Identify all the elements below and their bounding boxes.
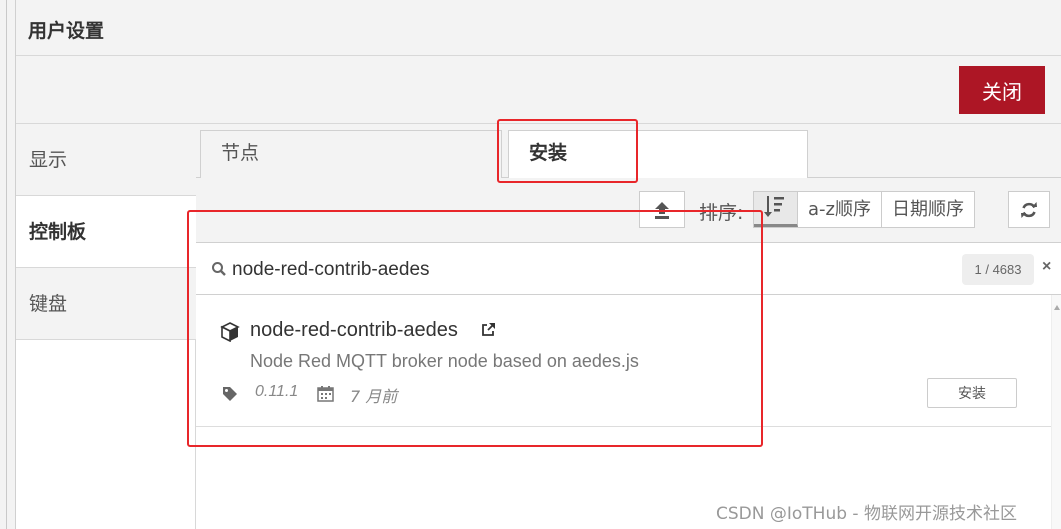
refresh-icon xyxy=(1021,202,1037,218)
sidebar-item-palette[interactable]: 控制板 xyxy=(16,196,196,268)
upload-icon xyxy=(655,202,669,219)
package-icon xyxy=(220,322,240,342)
package-updated: 7 月前 xyxy=(350,387,398,406)
sidebar-item-keyboard[interactable]: 键盘 xyxy=(16,268,196,340)
install-controls: 排序: a-z顺序 日期顺序 xyxy=(196,178,1061,243)
clear-search-icon[interactable]: × xyxy=(1042,258,1051,276)
package-description: Node Red MQTT broker node based on aedes… xyxy=(250,351,639,371)
sort-relevance-button[interactable] xyxy=(754,192,798,227)
search-input[interactable] xyxy=(232,254,932,286)
external-link-icon[interactable] xyxy=(480,322,496,338)
user-settings-dialog: 用户设置 关闭 显示 控制板 键盘 节点 安装 排序: a-z顺序 日期顺序 n… xyxy=(0,0,1061,529)
refresh-button[interactable] xyxy=(1008,191,1050,228)
package-version: 0.11.1 xyxy=(255,383,299,400)
palette-tabs: 节点 安装 xyxy=(196,124,1061,179)
package-name[interactable]: node-red-contrib-aedes xyxy=(250,319,458,342)
calendar-icon xyxy=(317,386,334,402)
tab-nodes[interactable]: 节点 xyxy=(200,130,502,178)
install-button[interactable]: 安装 xyxy=(927,378,1017,408)
close-button[interactable]: 关闭 xyxy=(959,66,1045,114)
scrollbar[interactable] xyxy=(1051,295,1061,529)
palette-panel: 节点 安装 排序: a-z顺序 日期顺序 node-red-contrib-ae… xyxy=(196,124,1061,529)
upload-button[interactable] xyxy=(639,191,685,228)
sidebar-item-view[interactable]: 显示 xyxy=(16,124,196,196)
list-item: node-red-contrib-aedes Node Red MQTT bro… xyxy=(196,295,1051,427)
tab-install[interactable]: 安装 xyxy=(508,130,808,179)
dialog-header: 用户设置 xyxy=(16,0,1061,56)
settings-sidebar: 显示 控制板 键盘 xyxy=(16,124,196,529)
search-bar xyxy=(196,243,1061,295)
sort-date-button[interactable]: 日期顺序 xyxy=(881,192,974,227)
watermark: CSDN @IoTHub - 物联网开源技术社区 xyxy=(716,504,1017,524)
scroll-up-icon[interactable] xyxy=(1054,305,1060,310)
sort-options: a-z顺序 日期顺序 xyxy=(753,191,975,228)
result-count: 1 / 4683 xyxy=(962,254,1034,285)
sort-alpha-button[interactable]: a-z顺序 xyxy=(798,192,882,227)
dialog-toolbar: 关闭 xyxy=(16,56,1061,124)
dialog-title: 用户设置 xyxy=(28,20,105,42)
sort-relevance-icon xyxy=(764,196,784,217)
sort-label: 排序: xyxy=(699,202,744,224)
search-icon xyxy=(212,262,226,276)
tag-icon xyxy=(223,387,237,401)
left-gutter xyxy=(0,0,16,529)
